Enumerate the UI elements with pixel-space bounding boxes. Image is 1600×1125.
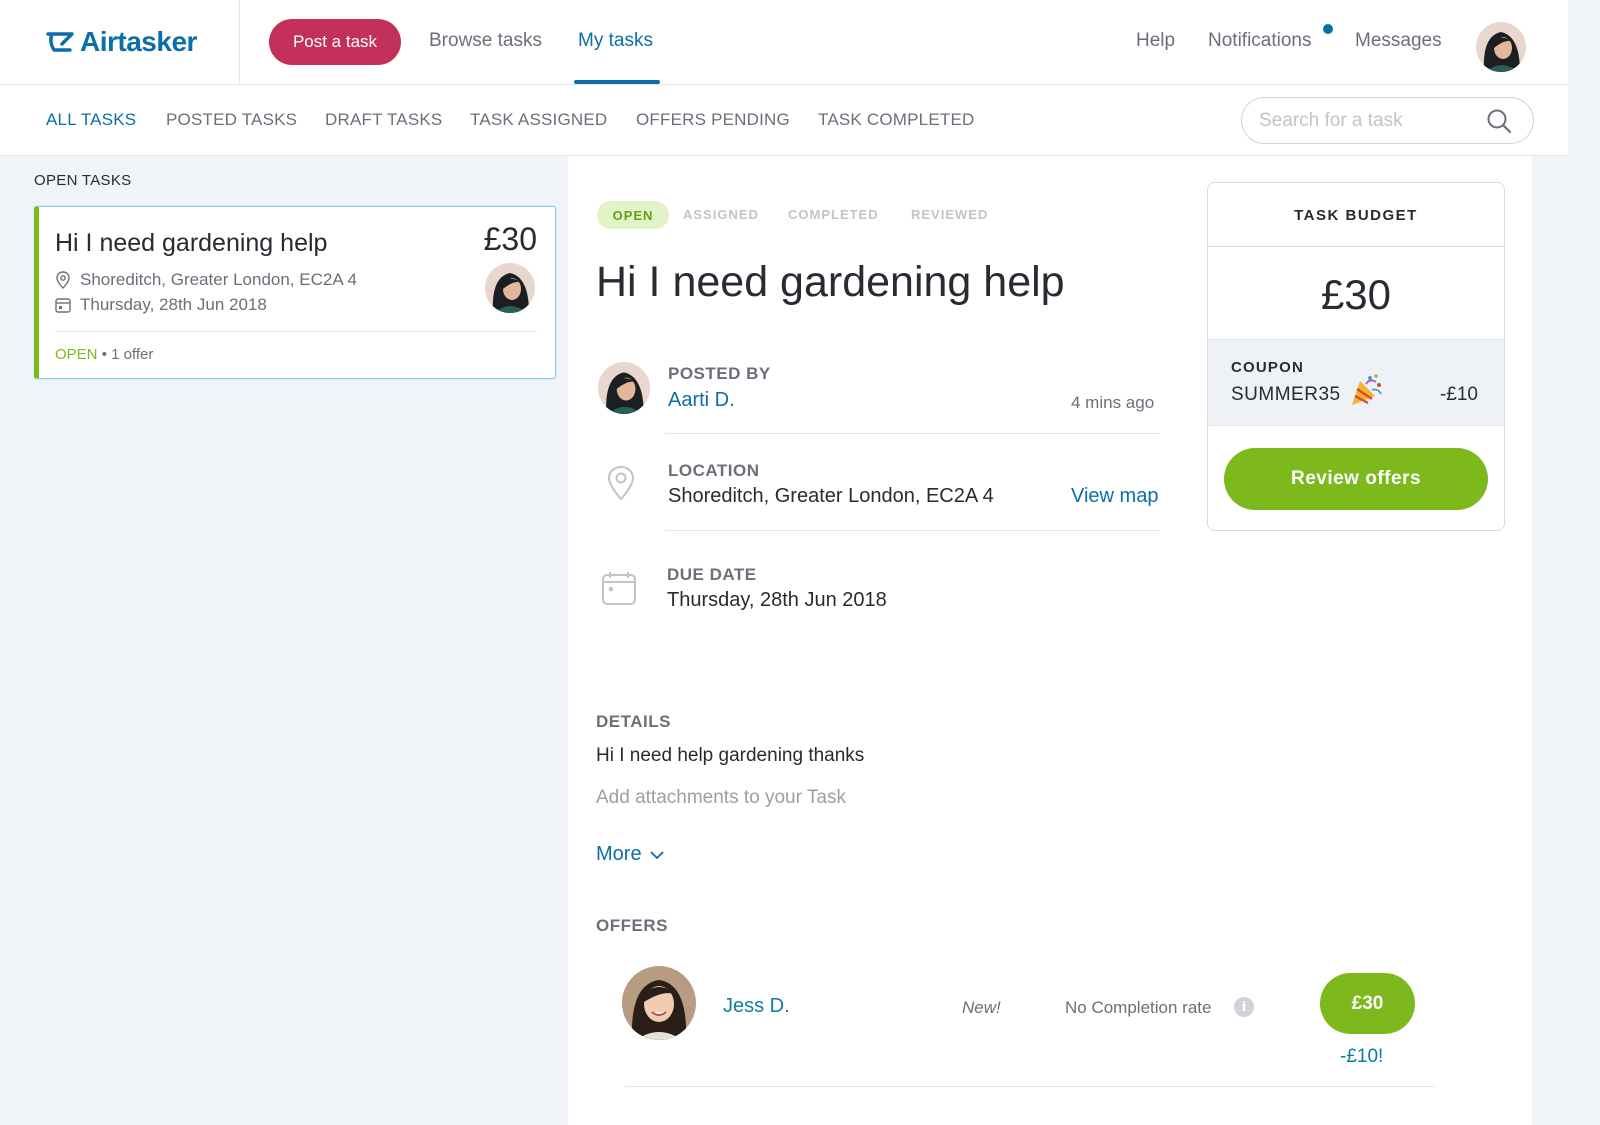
open-tasks-heading: OPEN TASKS bbox=[34, 172, 132, 189]
help-link[interactable]: Help bbox=[1136, 30, 1175, 52]
tab-posted-tasks[interactable]: POSTED TASKS bbox=[166, 110, 297, 130]
tab-draft-tasks[interactable]: DRAFT TASKS bbox=[325, 110, 442, 130]
offer-new-badge: New! bbox=[962, 998, 1001, 1017]
budget-price: £30 bbox=[1320, 271, 1392, 318]
details-text: Hi I need help gardening thanks bbox=[596, 745, 865, 766]
info-icon[interactable]: i bbox=[1234, 997, 1254, 1017]
poster-avatar[interactable] bbox=[598, 362, 650, 414]
tasker-avatar-icon bbox=[622, 966, 696, 1040]
notifications-link[interactable]: Notifications bbox=[1208, 30, 1312, 52]
details-label: DETAILS bbox=[596, 712, 671, 731]
browse-tasks-link[interactable]: Browse tasks bbox=[429, 30, 542, 52]
tab-offers-pending[interactable]: OFFERS PENDING bbox=[636, 110, 790, 130]
step-completed: COMPLETED bbox=[788, 207, 879, 222]
calendar-icon bbox=[55, 298, 71, 313]
coupon-label: COUPON bbox=[1231, 359, 1305, 376]
offers-label: OFFERS bbox=[596, 916, 668, 935]
messages-link[interactable]: Messages bbox=[1355, 30, 1442, 52]
task-filter-bar: ALL TASKS POSTED TASKS DRAFT TASKS TASK … bbox=[0, 85, 1568, 156]
more-toggle[interactable]: More bbox=[596, 843, 665, 866]
task-card-date: Thursday, 28th Jun 2018 bbox=[55, 295, 267, 315]
top-navigation-bar: Airtasker Post a task Browse tasks My ta… bbox=[0, 0, 1568, 85]
task-title: Hi I need gardening help bbox=[596, 258, 1065, 306]
add-attachments-link[interactable]: Add attachments to your Task bbox=[596, 787, 846, 809]
divider bbox=[625, 1086, 1435, 1087]
airtasker-logo-icon bbox=[46, 32, 74, 52]
poster-avatar-icon bbox=[598, 362, 650, 414]
header-divider bbox=[239, 0, 240, 84]
poster-name-link[interactable]: Aarti D. bbox=[668, 389, 735, 412]
active-nav-indicator bbox=[574, 80, 660, 84]
tab-all-tasks[interactable]: ALL TASKS bbox=[46, 110, 136, 130]
post-a-task-button[interactable]: Post a task bbox=[269, 19, 401, 65]
offer-tasker-name[interactable]: Jess D. bbox=[723, 995, 790, 1018]
user-avatar[interactable] bbox=[1476, 22, 1526, 72]
airtasker-logo[interactable]: Airtasker bbox=[46, 22, 197, 62]
coupon-section: COUPON SUMMER35 -£10 bbox=[1208, 339, 1504, 426]
task-card-status-open: OPEN bbox=[55, 346, 98, 363]
search-icon[interactable] bbox=[1485, 107, 1513, 135]
step-assigned: ASSIGNED bbox=[683, 207, 759, 222]
my-tasks-link[interactable]: My tasks bbox=[578, 30, 653, 52]
task-budget-panel: TASK BUDGET £30 COUPON SUMMER35 -£10 Rev… bbox=[1207, 182, 1505, 531]
budget-title: TASK BUDGET bbox=[1294, 207, 1418, 224]
step-reviewed: REVIEWED bbox=[911, 207, 989, 222]
offer-completion-rate: No Completion rate bbox=[1065, 998, 1212, 1017]
task-card-date-text: Thursday, 28th Jun 2018 bbox=[80, 295, 267, 314]
divider bbox=[665, 530, 1160, 531]
task-card-divider bbox=[55, 331, 537, 332]
coupon-discount: -£10 bbox=[1439, 384, 1478, 405]
search-input[interactable] bbox=[1259, 107, 1479, 135]
poster-avatar-icon bbox=[485, 263, 535, 313]
offer-avatar[interactable] bbox=[622, 966, 696, 1040]
tab-task-completed[interactable]: TASK COMPLETED bbox=[818, 110, 974, 130]
task-card-price: £30 bbox=[483, 221, 537, 257]
tab-task-assigned[interactable]: TASK ASSIGNED bbox=[470, 110, 607, 130]
location-value: Shoreditch, Greater London, EC2A 4 bbox=[668, 485, 994, 507]
divider bbox=[665, 433, 1160, 434]
coupon-code: SUMMER35 bbox=[1231, 384, 1341, 405]
task-card-offers: • 1 offer bbox=[101, 346, 154, 363]
party-popper-icon bbox=[1352, 374, 1382, 405]
view-map-link[interactable]: View map bbox=[1071, 485, 1158, 508]
task-card[interactable]: Hi I need gardening help £30 Shoreditch,… bbox=[34, 206, 556, 379]
location-label: LOCATION bbox=[668, 461, 760, 480]
due-date-value: Thursday, 28th Jun 2018 bbox=[667, 589, 887, 611]
user-avatar-icon bbox=[1476, 22, 1526, 72]
offer-discount: -£10! bbox=[1340, 1046, 1384, 1067]
review-offers-button[interactable]: Review offers bbox=[1224, 448, 1488, 510]
location-pin-icon bbox=[607, 465, 635, 501]
notification-dot bbox=[1323, 24, 1333, 34]
task-card-location: Shoreditch, Greater London, EC2A 4 bbox=[55, 270, 357, 290]
task-card-location-text: Shoreditch, Greater London, EC2A 4 bbox=[80, 270, 357, 289]
chevron-down-icon bbox=[649, 850, 664, 859]
location-pin-icon bbox=[56, 271, 70, 289]
task-card-avatar bbox=[485, 263, 535, 313]
task-card-status: OPEN • 1 offer bbox=[55, 346, 153, 363]
posted-time: 4 mins ago bbox=[1071, 393, 1155, 412]
calendar-icon bbox=[602, 572, 636, 605]
logo-text: Airtasker bbox=[80, 26, 197, 57]
step-open-badge: OPEN bbox=[597, 201, 669, 229]
posted-by-label: POSTED BY bbox=[668, 364, 771, 383]
task-card-title: Hi I need gardening help bbox=[55, 229, 328, 257]
more-label: More bbox=[596, 843, 642, 865]
due-date-label: DUE DATE bbox=[667, 565, 757, 584]
offer-price-button[interactable]: £30 bbox=[1320, 973, 1415, 1034]
budget-divider bbox=[1208, 246, 1504, 247]
